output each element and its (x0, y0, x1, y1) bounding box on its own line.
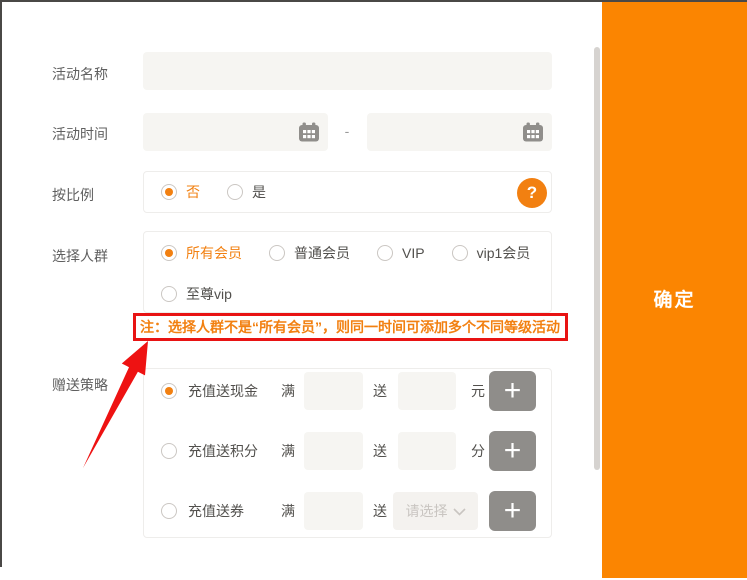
strategy-row-points: 充值送积分 满 送 分 + (144, 431, 551, 471)
points-threshold-input[interactable] (304, 432, 363, 470)
radio-crowd-vip1[interactable]: vip1会员 (452, 243, 531, 263)
radio-ratio-yes[interactable]: 是 (227, 182, 266, 202)
gift-strategy-group: 充值送现金 满 送 元 + 充值送积分 满 送 分 + 充值送券 满 送 请选择… (143, 368, 552, 538)
select-crowd-label: 选择人群 (52, 246, 108, 266)
strategy-label: 充值送现金 (188, 381, 258, 401)
dropdown-placeholder: 请选择 (406, 501, 448, 521)
coupon-threshold-input[interactable] (304, 492, 363, 530)
radio-icon (269, 245, 285, 261)
strategy-row-cash: 充值送现金 满 送 元 + (144, 371, 551, 411)
radio-strategy-points[interactable] (161, 443, 177, 459)
radio-label: 是 (252, 182, 266, 202)
radio-label: 普通会员 (294, 243, 350, 263)
unit-label: 分 (471, 441, 485, 461)
strategy-label: 充值送积分 (188, 441, 258, 461)
threshold-prefix: 满 (281, 381, 295, 401)
radio-crowd-all-members[interactable]: 所有会员 (161, 243, 242, 263)
radio-icon (161, 184, 177, 200)
radio-ratio-no[interactable]: 否 (161, 182, 200, 202)
calendar-icon (522, 122, 544, 145)
give-prefix: 送 (373, 501, 387, 521)
crowd-note-text: 注：选择人群不是“所有会员”，则同一时间可添加多个不同等级活动 (140, 317, 560, 337)
activity-name-input[interactable] (143, 52, 552, 90)
start-date-picker[interactable] (143, 113, 328, 151)
date-range-separator: - (339, 123, 355, 139)
add-cash-rule-button[interactable]: + (489, 371, 536, 411)
points-amount-input[interactable] (398, 432, 456, 470)
crowd-note-highlight: 注：选择人群不是“所有会员”，则同一时间可添加多个不同等级活动 (133, 313, 568, 341)
threshold-prefix: 满 (281, 501, 295, 521)
radio-label: 至尊vip (186, 284, 232, 304)
coupon-select-dropdown[interactable]: 请选择 (393, 492, 478, 530)
give-prefix: 送 (373, 381, 387, 401)
radio-label: VIP (402, 245, 425, 261)
by-ratio-label: 按比例 (52, 185, 94, 205)
radio-icon (377, 245, 393, 261)
activity-name-label: 活动名称 (52, 64, 108, 84)
radio-label: vip1会员 (477, 243, 531, 263)
give-prefix: 送 (373, 441, 387, 461)
by-ratio-group: 否 是 ? (143, 171, 552, 213)
help-icon[interactable]: ? (517, 178, 547, 208)
radio-icon (161, 245, 177, 261)
radio-strategy-cash[interactable] (161, 383, 177, 399)
radio-label: 所有会员 (186, 243, 242, 263)
radio-label: 否 (186, 182, 200, 202)
unit-label: 元 (471, 381, 485, 401)
select-crowd-group: 所有会员 普通会员 VIP vip1会员 至尊vip (143, 231, 552, 313)
strategy-row-coupon: 充值送券 满 送 请选择 + (144, 491, 551, 531)
radio-crowd-normal-members[interactable]: 普通会员 (269, 243, 350, 263)
add-points-rule-button[interactable]: + (489, 431, 536, 471)
calendar-icon (298, 122, 320, 145)
strategy-label: 充值送券 (188, 501, 258, 521)
end-date-picker[interactable] (367, 113, 552, 151)
confirm-button[interactable]: 确定 (602, 285, 747, 312)
chevron-down-icon (453, 503, 466, 519)
cash-amount-input[interactable] (398, 372, 456, 410)
radio-icon (452, 245, 468, 261)
radio-crowd-supreme-vip[interactable]: 至尊vip (161, 284, 232, 304)
window-left-border (0, 0, 2, 567)
threshold-prefix: 满 (281, 441, 295, 461)
right-action-panel: 确定 (602, 2, 747, 578)
add-coupon-rule-button[interactable]: + (489, 491, 536, 531)
activity-time-label: 活动时间 (52, 124, 108, 144)
radio-strategy-coupon[interactable] (161, 503, 177, 519)
gift-strategy-label: 赠送策略 (52, 375, 108, 395)
radio-icon (161, 286, 177, 302)
vertical-scrollbar[interactable] (594, 47, 600, 470)
radio-icon (227, 184, 243, 200)
radio-crowd-vip[interactable]: VIP (377, 245, 425, 261)
cash-threshold-input[interactable] (304, 372, 363, 410)
